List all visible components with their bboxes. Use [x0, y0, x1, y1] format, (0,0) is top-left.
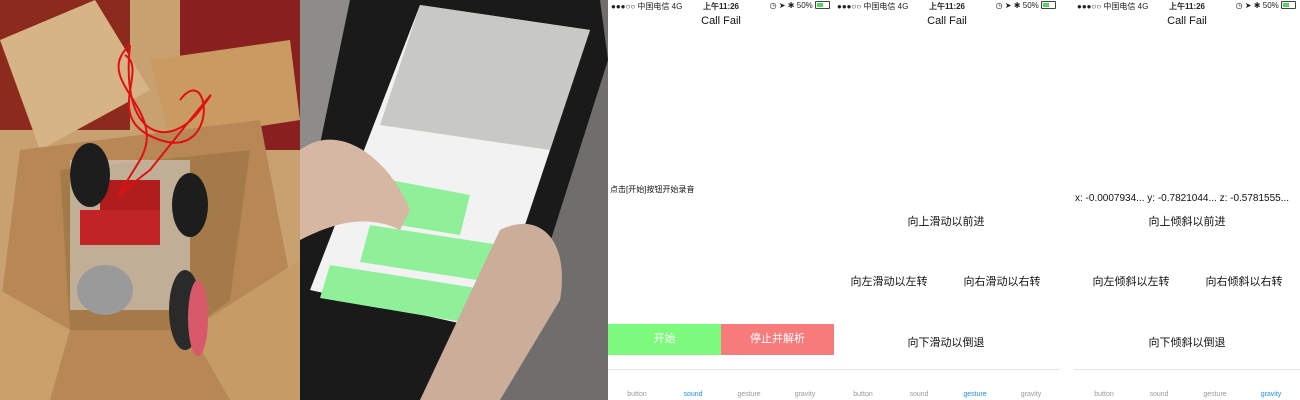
tab-gesture[interactable]: gesture [963, 391, 986, 398]
status-bar: ●●●○○ 中国电信 4G 上午11:26 ◷ ➤ ✱ 50% [608, 0, 834, 12]
clock-label: 上午11:26 [702, 2, 740, 11]
network-label: 4G [671, 2, 683, 11]
swipe-down-instruction: 向下滑动以倒退 [907, 337, 985, 349]
tab-bar: button sound gesture gravity [834, 369, 1060, 400]
robot-car-photo-art [0, 0, 300, 400]
start-button[interactable]: 开始 [608, 324, 721, 355]
battery-icon [1281, 1, 1296, 9]
phone-in-hand-photo-art [300, 0, 608, 400]
status-icons: ◷ ➤ ✱ [769, 1, 795, 10]
accel-y-value: y: -0.7821044... [1147, 193, 1217, 204]
clock-label: 上午11:26 [928, 2, 966, 11]
status-icons: ◷ ➤ ✱ [1235, 1, 1261, 10]
network-label: 4G [1137, 2, 1149, 11]
tab-button[interactable]: button [627, 391, 646, 398]
tab-gravity[interactable]: gravity [1261, 391, 1282, 398]
swipe-left-instruction: 向左滑动以左转 [850, 276, 928, 288]
accel-x-value: x: -0.0007934... [1075, 193, 1145, 204]
record-hint: 点击[开始]按钮开始录音 [610, 185, 695, 194]
battery-icon [815, 1, 830, 9]
swipe-up-instruction: 向上滑动以前进 [907, 216, 985, 228]
tab-button[interactable]: button [853, 391, 872, 398]
page-title: Call Fail [927, 15, 967, 27]
gesture-screen: ●●●○○ 中国电信 4G 上午11:26 ◷ ➤ ✱ 50% Call Fai… [834, 0, 1060, 400]
tilt-up-instruction: 向上倾斜以前进 [1148, 216, 1226, 228]
battery-label: 50% [1262, 1, 1279, 10]
tab-bar: button sound gesture gravity [1074, 369, 1300, 400]
carrier-label: ●●●○○ 中国电信 [1077, 2, 1136, 11]
tilt-left-instruction: 向左倾斜以左转 [1092, 276, 1170, 288]
network-label: 4G [897, 2, 909, 11]
tab-gesture[interactable]: gesture [1203, 391, 1226, 398]
battery-label: 50% [1022, 1, 1039, 10]
tab-sound[interactable]: sound [1149, 391, 1168, 398]
robot-car-photo [0, 0, 300, 400]
tab-gravity[interactable]: gravity [795, 391, 816, 398]
accelerometer-readout: x: -0.0007934... y: -0.7821044... z: -0.… [1075, 193, 1289, 204]
accel-z-value: z: -0.5781555... [1219, 193, 1290, 204]
tab-bar: button sound gesture gravity [608, 369, 834, 400]
tab-sound[interactable]: sound [683, 391, 702, 398]
stop-and-parse-button[interactable]: 停止并解析 [721, 324, 834, 355]
tilt-down-instruction: 向下倾斜以倒退 [1148, 337, 1226, 349]
status-bar: ●●●○○ 中国电信 4G 上午11:26 ◷ ➤ ✱ 50% [834, 0, 1060, 12]
gravity-screen: ●●●○○ 中国电信 4G 上午11:26 ◷ ➤ ✱ 50% Call Fai… [1074, 0, 1300, 400]
page-title: Call Fail [1167, 15, 1207, 27]
sound-screen: ●●●○○ 中国电信 4G 上午11:26 ◷ ➤ ✱ 50% Call Fai… [608, 0, 834, 400]
tab-button[interactable]: button [1094, 391, 1113, 398]
battery-icon [1041, 1, 1056, 9]
battery-label: 50% [796, 1, 813, 10]
status-bar: ●●●○○ 中国电信 4G 上午11:26 ◷ ➤ ✱ 50% [1074, 0, 1300, 12]
tab-gravity[interactable]: gravity [1021, 391, 1042, 398]
tab-gesture[interactable]: gesture [737, 391, 760, 398]
swipe-right-instruction: 向右滑动以右转 [963, 276, 1041, 288]
carrier-label: ●●●○○ 中国电信 [611, 2, 670, 11]
tab-sound[interactable]: sound [909, 391, 928, 398]
status-icons: ◷ ➤ ✱ [995, 1, 1021, 10]
tilt-right-instruction: 向右倾斜以右转 [1205, 276, 1283, 288]
clock-label: 上午11:26 [1168, 2, 1206, 11]
carrier-label: ●●●○○ 中国电信 [837, 2, 896, 11]
phone-in-hand-photo [300, 0, 608, 400]
page-title: Call Fail [701, 15, 741, 27]
